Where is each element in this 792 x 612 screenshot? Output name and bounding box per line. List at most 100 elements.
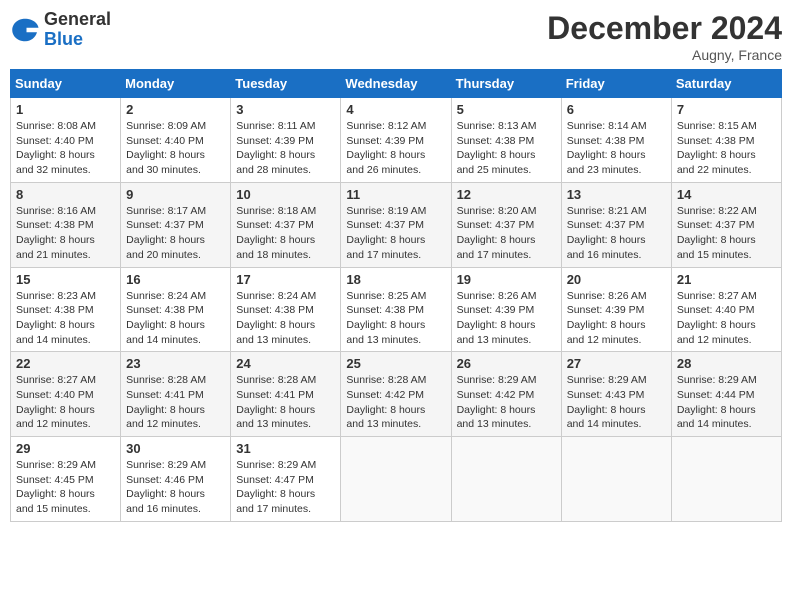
day-info: Sunrise: 8:24 AM Sunset: 4:38 PM Dayligh…: [126, 289, 225, 348]
day-number: 24: [236, 356, 335, 371]
calendar-week-5: 29 Sunrise: 8:29 AM Sunset: 4:45 PM Dayli…: [11, 437, 782, 522]
calendar-cell: 30Sunrise: 8:29 AM Sunset: 4:46 PM Dayli…: [121, 437, 231, 522]
day-number: 13: [567, 187, 666, 202]
day-number: 26: [457, 356, 556, 371]
day-number: 4: [346, 102, 445, 117]
logo-general: General: [44, 9, 111, 29]
header-wednesday: Wednesday: [341, 70, 451, 98]
day-info: Sunrise: 8:26 AM Sunset: 4:39 PM Dayligh…: [457, 289, 556, 348]
calendar-cell: 18Sunrise: 8:25 AM Sunset: 4:38 PM Dayli…: [341, 267, 451, 352]
day-info: Sunrise: 8:24 AM Sunset: 4:38 PM Dayligh…: [236, 289, 335, 348]
calendar-cell: 25 Sunrise: 8:28 AM Sunset: 4:42 PM Dayli…: [341, 352, 451, 437]
calendar-cell: 29 Sunrise: 8:29 AM Sunset: 4:45 PM Dayli…: [11, 437, 121, 522]
day-info: Sunrise: 8:28 AM Sunset: 4:41 PM Dayligh…: [236, 373, 335, 432]
day-info: Sunrise: 8:21 AM Sunset: 4:37 PM Dayligh…: [567, 204, 666, 263]
day-number: 20: [567, 272, 666, 287]
day-number: 1: [16, 102, 115, 117]
calendar-week-1: 1 Sunrise: 8:08 AM Sunset: 4:40 PM Daylig…: [11, 98, 782, 183]
day-number: 22: [16, 356, 115, 371]
day-number: 31: [236, 441, 335, 456]
day-info: Sunrise: 8:20 AM Sunset: 4:37 PM Dayligh…: [457, 204, 556, 263]
calendar-header-row: SundayMondayTuesdayWednesdayThursdayFrid…: [11, 70, 782, 98]
calendar-week-2: 8Sunrise: 8:16 AM Sunset: 4:38 PM Daylig…: [11, 182, 782, 267]
day-info: Sunrise: 8:15 AM Sunset: 4:38 PM Dayligh…: [677, 119, 776, 178]
calendar-cell: 13 Sunrise: 8:21 AM Sunset: 4:37 PM Dayli…: [561, 182, 671, 267]
calendar-cell: 27Sunrise: 8:29 AM Sunset: 4:43 PM Dayli…: [561, 352, 671, 437]
day-info: Sunrise: 8:29 AM Sunset: 4:47 PM Dayligh…: [236, 458, 335, 517]
day-info: Sunrise: 8:29 AM Sunset: 4:42 PM Dayligh…: [457, 373, 556, 432]
day-info: Sunrise: 8:27 AM Sunset: 4:40 PM Dayligh…: [677, 289, 776, 348]
calendar-cell: 8Sunrise: 8:16 AM Sunset: 4:38 PM Daylig…: [11, 182, 121, 267]
logo-icon: [10, 15, 40, 45]
day-number: 9: [126, 187, 225, 202]
calendar-cell: 6 Sunrise: 8:14 AM Sunset: 4:38 PM Daylig…: [561, 98, 671, 183]
day-info: Sunrise: 8:14 AM Sunset: 4:38 PM Dayligh…: [567, 119, 666, 178]
calendar-cell: 1 Sunrise: 8:08 AM Sunset: 4:40 PM Daylig…: [11, 98, 121, 183]
day-info: Sunrise: 8:26 AM Sunset: 4:39 PM Dayligh…: [567, 289, 666, 348]
header-monday: Monday: [121, 70, 231, 98]
day-number: 7: [677, 102, 776, 117]
month-title: December 2024: [547, 10, 782, 47]
calendar-cell: 24 Sunrise: 8:28 AM Sunset: 4:41 PM Dayli…: [231, 352, 341, 437]
day-info: Sunrise: 8:12 AM Sunset: 4:39 PM Dayligh…: [346, 119, 445, 178]
calendar-week-3: 15 Sunrise: 8:23 AM Sunset: 4:38 PM Dayli…: [11, 267, 782, 352]
day-info: Sunrise: 8:22 AM Sunset: 4:37 PM Dayligh…: [677, 204, 776, 263]
day-info: Sunrise: 8:23 AM Sunset: 4:38 PM Dayligh…: [16, 289, 115, 348]
calendar-week-4: 22Sunrise: 8:27 AM Sunset: 4:40 PM Dayli…: [11, 352, 782, 437]
calendar-cell: 3 Sunrise: 8:11 AM Sunset: 4:39 PM Daylig…: [231, 98, 341, 183]
title-block: December 2024 Augny, France: [547, 10, 782, 63]
day-info: Sunrise: 8:29 AM Sunset: 4:43 PM Dayligh…: [567, 373, 666, 432]
day-info: Sunrise: 8:29 AM Sunset: 4:46 PM Dayligh…: [126, 458, 225, 517]
day-number: 6: [567, 102, 666, 117]
calendar-cell: 26 Sunrise: 8:29 AM Sunset: 4:42 PM Dayli…: [451, 352, 561, 437]
day-number: 23: [126, 356, 225, 371]
day-info: Sunrise: 8:28 AM Sunset: 4:42 PM Dayligh…: [346, 373, 445, 432]
day-number: 15: [16, 272, 115, 287]
day-number: 11: [346, 187, 445, 202]
calendar-cell: [341, 437, 451, 522]
day-info: Sunrise: 8:09 AM Sunset: 4:40 PM Dayligh…: [126, 119, 225, 178]
day-number: 29: [16, 441, 115, 456]
day-number: 5: [457, 102, 556, 117]
calendar-cell: 7 Sunrise: 8:15 AM Sunset: 4:38 PM Daylig…: [671, 98, 781, 183]
day-info: Sunrise: 8:28 AM Sunset: 4:41 PM Dayligh…: [126, 373, 225, 432]
calendar-cell: 10 Sunrise: 8:18 AM Sunset: 4:37 PM Dayli…: [231, 182, 341, 267]
day-number: 19: [457, 272, 556, 287]
day-info: Sunrise: 8:08 AM Sunset: 4:40 PM Dayligh…: [16, 119, 115, 178]
day-info: Sunrise: 8:17 AM Sunset: 4:37 PM Dayligh…: [126, 204, 225, 263]
day-number: 3: [236, 102, 335, 117]
header-friday: Friday: [561, 70, 671, 98]
day-info: Sunrise: 8:25 AM Sunset: 4:38 PM Dayligh…: [346, 289, 445, 348]
day-info: Sunrise: 8:18 AM Sunset: 4:37 PM Dayligh…: [236, 204, 335, 263]
day-info: Sunrise: 8:29 AM Sunset: 4:45 PM Dayligh…: [16, 458, 115, 517]
calendar-cell: 31 Sunrise: 8:29 AM Sunset: 4:47 PM Dayli…: [231, 437, 341, 522]
calendar-cell: 2 Sunrise: 8:09 AM Sunset: 4:40 PM Daylig…: [121, 98, 231, 183]
calendar-cell: 19 Sunrise: 8:26 AM Sunset: 4:39 PM Dayli…: [451, 267, 561, 352]
calendar-cell: [561, 437, 671, 522]
calendar-cell: [451, 437, 561, 522]
logo: General Blue: [10, 10, 111, 50]
calendar-cell: 20 Sunrise: 8:26 AM Sunset: 4:39 PM Dayli…: [561, 267, 671, 352]
page-header: General Blue December 2024 Augny, France: [10, 10, 782, 63]
calendar-cell: 17Sunrise: 8:24 AM Sunset: 4:38 PM Dayli…: [231, 267, 341, 352]
calendar-cell: 22Sunrise: 8:27 AM Sunset: 4:40 PM Dayli…: [11, 352, 121, 437]
day-info: Sunrise: 8:29 AM Sunset: 4:44 PM Dayligh…: [677, 373, 776, 432]
day-number: 28: [677, 356, 776, 371]
calendar-cell: 4 Sunrise: 8:12 AM Sunset: 4:39 PM Daylig…: [341, 98, 451, 183]
header-thursday: Thursday: [451, 70, 561, 98]
day-info: Sunrise: 8:11 AM Sunset: 4:39 PM Dayligh…: [236, 119, 335, 178]
location: Augny, France: [547, 47, 782, 63]
calendar-cell: 16Sunrise: 8:24 AM Sunset: 4:38 PM Dayli…: [121, 267, 231, 352]
day-number: 25: [346, 356, 445, 371]
day-number: 21: [677, 272, 776, 287]
calendar-cell: 23 Sunrise: 8:28 AM Sunset: 4:41 PM Dayli…: [121, 352, 231, 437]
calendar-cell: 21 Sunrise: 8:27 AM Sunset: 4:40 PM Dayli…: [671, 267, 781, 352]
day-info: Sunrise: 8:13 AM Sunset: 4:38 PM Dayligh…: [457, 119, 556, 178]
day-number: 10: [236, 187, 335, 202]
calendar-cell: 15 Sunrise: 8:23 AM Sunset: 4:38 PM Dayli…: [11, 267, 121, 352]
header-sunday: Sunday: [11, 70, 121, 98]
day-number: 2: [126, 102, 225, 117]
calendar-cell: 12Sunrise: 8:20 AM Sunset: 4:37 PM Dayli…: [451, 182, 561, 267]
calendar-cell: [671, 437, 781, 522]
day-info: Sunrise: 8:19 AM Sunset: 4:37 PM Dayligh…: [346, 204, 445, 263]
